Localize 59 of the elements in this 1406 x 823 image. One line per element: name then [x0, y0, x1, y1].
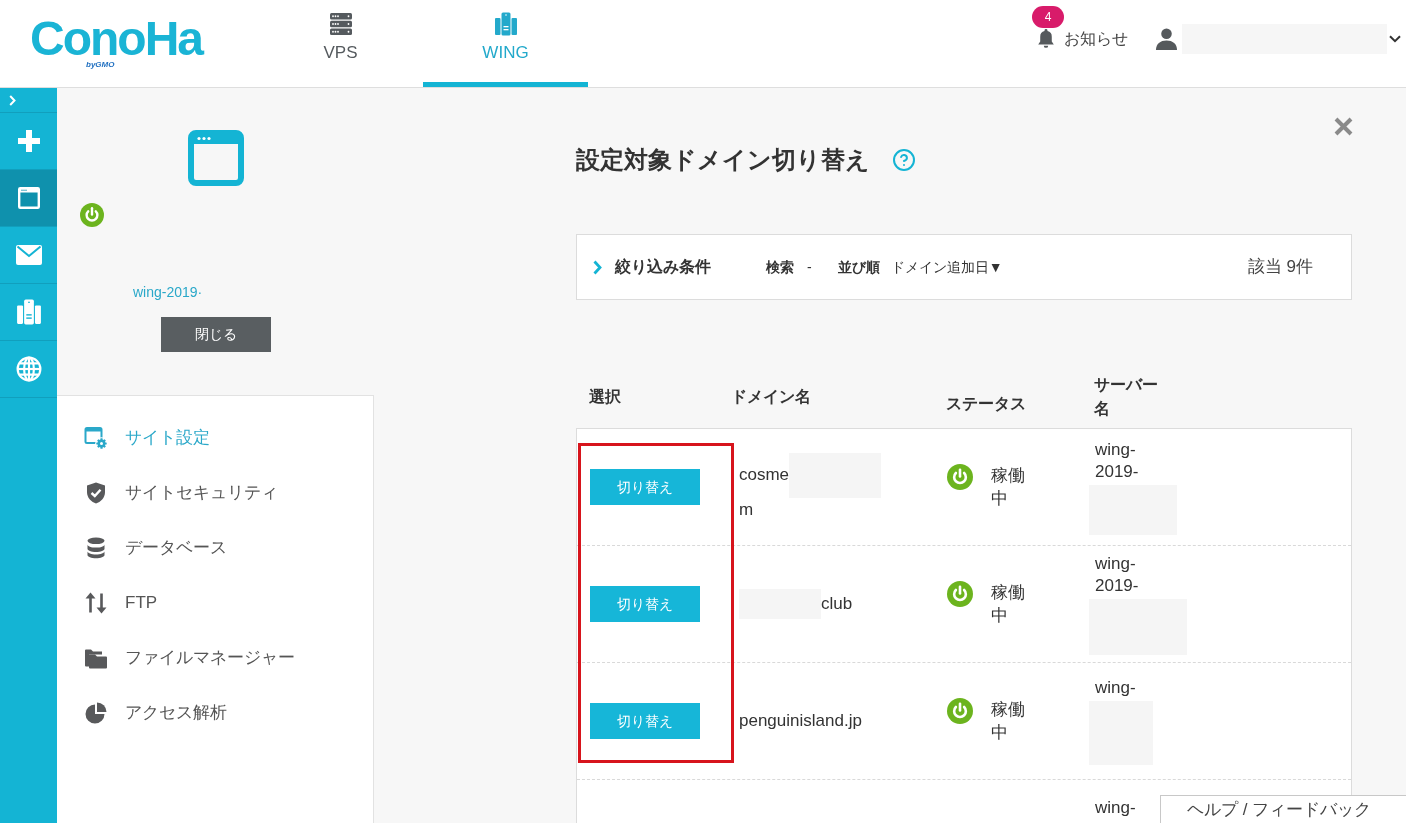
- devices-icon: [493, 12, 518, 36]
- up-down-arrows-icon: [84, 590, 108, 615]
- notifications-button[interactable]: お知らせ: [1035, 26, 1128, 51]
- user-icon: [1155, 26, 1178, 51]
- shield-check-icon: [84, 480, 108, 505]
- power-icon: [80, 203, 104, 227]
- window-gear-icon: [84, 425, 108, 450]
- menu-item[interactable]: FTP: [84, 575, 158, 630]
- mail-icon: [15, 245, 42, 265]
- site-name: wing-2019·: [133, 283, 203, 301]
- search-value: -: [807, 257, 812, 277]
- globe-icon: [15, 356, 42, 382]
- menu-item[interactable]: データベース: [84, 520, 227, 575]
- rail-item[interactable]: [0, 170, 57, 227]
- filter-toggle[interactable]: 絞り込み条件: [593, 255, 711, 279]
- status-text: 稼働中: [991, 465, 1026, 510]
- menu-item[interactable]: サイトセキュリティ: [84, 465, 278, 520]
- close-icon: [1334, 117, 1353, 136]
- server-name: wing-2019-: [1095, 553, 1140, 597]
- domain-name: club: [821, 593, 853, 615]
- power-icon: [947, 464, 973, 490]
- power-icon: [947, 698, 973, 724]
- status-text: 稼働中: [991, 582, 1026, 627]
- chevron-right-icon: [593, 259, 602, 275]
- sort-label: 並び順: [837, 257, 880, 277]
- chevron-down-icon: [1389, 34, 1401, 43]
- menu-item[interactable]: ファイルマネージャー: [84, 630, 295, 685]
- domain-name: m: [739, 498, 754, 521]
- status-text: 稼働中: [991, 699, 1026, 744]
- window-icon: [16, 186, 41, 210]
- logo-tagline: byGMO: [86, 60, 115, 69]
- server-name: wing-: [1095, 677, 1137, 699]
- server-stack-icon: [328, 12, 353, 36]
- domain-name: cosme: [739, 464, 790, 486]
- menu-item[interactable]: アクセス解析: [84, 685, 227, 740]
- page-title: 設定対象ドメイン切り替え: [576, 145, 870, 175]
- help-feedback-button[interactable]: ヘルプ / フィードバック: [1160, 795, 1406, 823]
- nav-tab[interactable]: VPS: [258, 0, 423, 87]
- devices-icon: [15, 299, 42, 325]
- chevron-right-icon: [9, 94, 16, 106]
- search-label: 検索: [766, 257, 794, 277]
- plus-icon: [16, 129, 41, 153]
- window-icon: [187, 130, 244, 186]
- pie-chart-icon: [84, 700, 108, 725]
- close-button[interactable]: 閉じる: [160, 317, 271, 352]
- column-header: サーバー名: [1094, 375, 1159, 419]
- server-name: wing-: [1095, 797, 1137, 819]
- notification-badge: 4: [1032, 6, 1064, 28]
- column-header: 選択: [589, 387, 622, 407]
- sort-dropdown[interactable]: ドメイン追加日▼: [890, 256, 1003, 278]
- close-button[interactable]: [1334, 117, 1353, 136]
- column-header: ドメイン名: [731, 387, 812, 407]
- help-icon[interactable]: [892, 148, 916, 172]
- result-count: 該当 9件: [1247, 256, 1313, 279]
- logo-wordmark: ConoHa: [30, 18, 202, 60]
- server-name: wing-2019-: [1095, 439, 1140, 483]
- power-icon: [947, 581, 973, 607]
- column-header: ステータス: [946, 394, 1027, 414]
- domain-name: penguinisland.jp: [739, 710, 862, 732]
